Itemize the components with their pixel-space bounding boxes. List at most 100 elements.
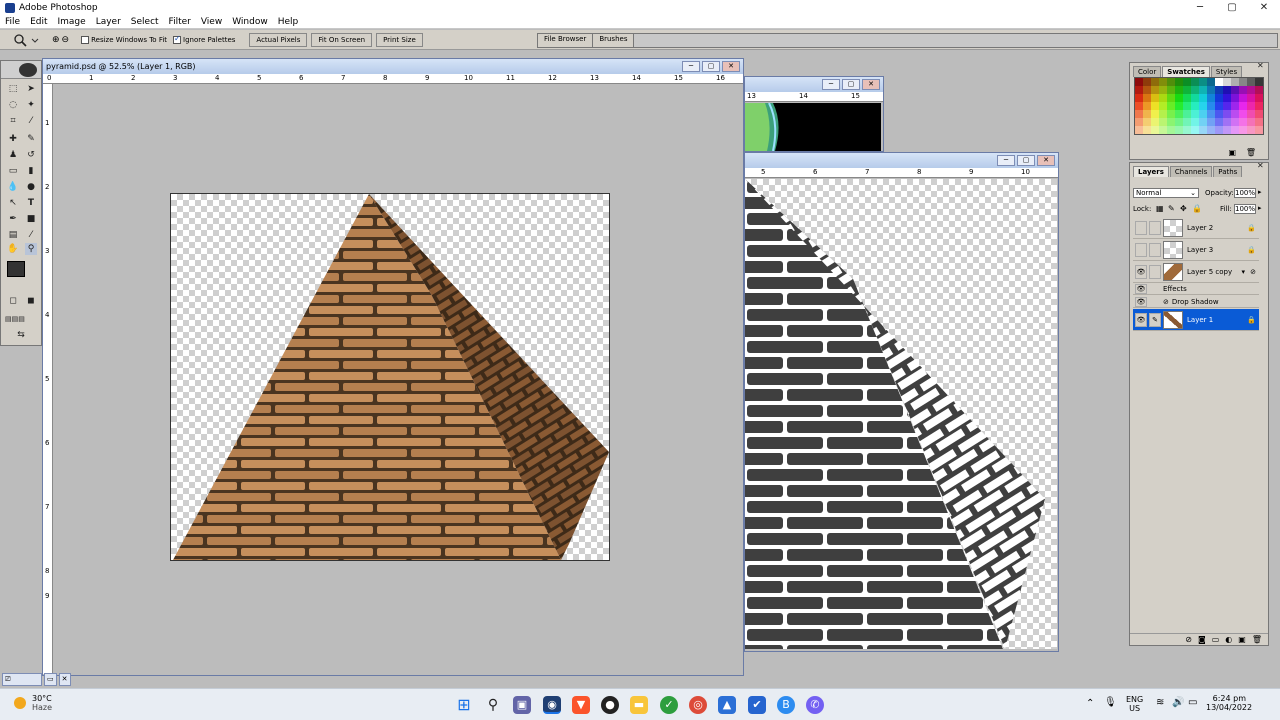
swatch[interactable] (1247, 118, 1255, 126)
swatch[interactable] (1159, 126, 1167, 134)
swatch[interactable] (1199, 94, 1207, 102)
swatch[interactable] (1223, 78, 1231, 86)
document-window-right[interactable]: ─ ▢ ✕ 5 6 7 8 9 10 (744, 152, 1059, 652)
swatch[interactable] (1215, 102, 1223, 110)
swatch[interactable] (1143, 86, 1151, 94)
swatch[interactable] (1239, 110, 1247, 118)
weather-widget[interactable]: 30°C Haze (14, 694, 52, 712)
tab-channels[interactable]: Channels (1169, 166, 1213, 177)
swatch[interactable] (1255, 102, 1263, 110)
doc-close-button[interactable]: ✕ (862, 79, 880, 90)
path-selection-tool-icon[interactable]: ↖ (7, 197, 19, 209)
doc-maximize-button[interactable]: ▢ (842, 79, 860, 90)
document-title-bar[interactable]: ─ ▢ ✕ (745, 77, 883, 92)
swatch[interactable] (1159, 102, 1167, 110)
clock[interactable]: 6:24 pm 13/04/2022 (1206, 694, 1252, 712)
menu-window[interactable]: Window (227, 17, 273, 27)
menu-filter[interactable]: Filter (164, 17, 196, 27)
doc-minimize-button[interactable]: ─ (822, 79, 840, 90)
swatch[interactable] (1239, 86, 1247, 94)
swatch[interactable] (1255, 126, 1263, 134)
swatch[interactable] (1167, 102, 1175, 110)
swatch[interactable] (1199, 118, 1207, 126)
print-size-button[interactable]: Print Size (376, 32, 423, 47)
swatch[interactable] (1223, 86, 1231, 94)
swatch[interactable] (1143, 126, 1151, 134)
resize-windows-box[interactable] (81, 35, 90, 44)
swatch[interactable] (1223, 94, 1231, 102)
history-brush-tool-icon[interactable]: ↺ (25, 149, 37, 161)
delete-layer-icon[interactable]: 🗑 (1252, 634, 1262, 645)
panel-close-icon[interactable]: ✕ (1257, 162, 1265, 170)
dodge-tool-icon[interactable]: ● (25, 181, 37, 193)
swatch[interactable] (1135, 110, 1143, 118)
swatch[interactable] (1175, 126, 1183, 134)
layer-name[interactable]: Layer 5 copy (1187, 268, 1232, 276)
layer-row-layer-5-copy[interactable]: 👁 Layer 5 copy ▾ ⊘ (1133, 261, 1259, 283)
doc-maximize-button[interactable]: ▢ (702, 61, 720, 72)
zoom-out-icon[interactable]: ⊖ (62, 35, 70, 45)
main-document-canvas[interactable] (170, 193, 610, 561)
layer-name[interactable]: Layer 1 (1187, 316, 1213, 324)
layer-row-layer-1[interactable]: 👁 ✎ Layer 1 🔒 (1133, 309, 1259, 331)
swatch[interactable] (1167, 94, 1175, 102)
swatch[interactable] (1151, 78, 1159, 86)
swatch[interactable] (1191, 126, 1199, 134)
new-layer-icon[interactable]: ▣ (1238, 634, 1246, 645)
swatch[interactable] (1143, 110, 1151, 118)
add-mask-icon[interactable]: ◙ (1198, 634, 1206, 645)
new-swatch-icon[interactable]: ▣ (1228, 148, 1236, 157)
swatch[interactable] (1231, 78, 1239, 86)
screen-mode-icon[interactable]: ▤▤▤ (5, 313, 25, 325)
swatch[interactable] (1199, 86, 1207, 94)
swatch[interactable] (1207, 126, 1215, 134)
layer-name[interactable]: Layer 3 (1187, 246, 1213, 254)
type-tool-icon[interactable]: T (25, 197, 37, 209)
swatch[interactable] (1151, 126, 1159, 134)
swatch[interactable] (1159, 118, 1167, 126)
swatch[interactable] (1167, 86, 1175, 94)
swatch[interactable] (1167, 78, 1175, 86)
swatch[interactable] (1215, 118, 1223, 126)
ignore-palettes-box[interactable] (173, 34, 182, 44)
new-set-icon[interactable]: ▭ (1212, 634, 1220, 645)
photoshop-taskbar-icon[interactable]: ◉ (543, 696, 561, 714)
swatch[interactable] (1183, 94, 1191, 102)
swatch[interactable] (1175, 94, 1183, 102)
swatch[interactable] (1223, 126, 1231, 134)
layer-row-drop-shadow[interactable]: 👁 ⊘ Drop Shadow (1133, 296, 1259, 308)
b-app-icon[interactable]: B (777, 696, 795, 714)
ruler-horizontal[interactable]: 13 14 15 (745, 92, 883, 102)
notes-tool-icon[interactable]: ▤ (7, 229, 19, 241)
swatch[interactable] (1143, 78, 1151, 86)
swatch[interactable] (1191, 110, 1199, 118)
lasso-tool-icon[interactable]: ◌ (7, 99, 19, 111)
volume-icon[interactable]: 🔊 (1172, 697, 1184, 708)
swatch[interactable] (1151, 118, 1159, 126)
maximize-button[interactable]: ▢ (1216, 0, 1248, 15)
swatch[interactable] (1199, 110, 1207, 118)
brush-icon[interactable]: ✎ (1149, 312, 1161, 327)
blur-tool-icon[interactable]: 💧 (7, 181, 19, 193)
swatch[interactable] (1159, 94, 1167, 102)
menu-layer[interactable]: Layer (91, 17, 126, 27)
todo-icon[interactable]: ✔ (748, 696, 766, 714)
swatch[interactable] (1183, 86, 1191, 94)
swatch[interactable] (1239, 94, 1247, 102)
swatch[interactable] (1223, 118, 1231, 126)
chevron-up-icon[interactable]: ⌃ (1086, 698, 1094, 709)
swatch[interactable] (1255, 94, 1263, 102)
swatch[interactable] (1135, 126, 1143, 134)
swatch[interactable] (1175, 78, 1183, 86)
swatch[interactable] (1231, 102, 1239, 110)
swatch[interactable] (1175, 86, 1183, 94)
swatch[interactable] (1159, 78, 1167, 86)
shape-tool-icon[interactable]: ■ (25, 213, 37, 225)
minimize-button[interactable]: ─ (1184, 0, 1216, 15)
search-icon[interactable]: ⚲ (484, 696, 502, 714)
panel-close-icon[interactable]: ✕ (1257, 62, 1265, 70)
link-toggle[interactable] (1149, 264, 1161, 279)
menu-view[interactable]: View (196, 17, 227, 27)
swatch[interactable] (1239, 118, 1247, 126)
swatch[interactable] (1159, 110, 1167, 118)
